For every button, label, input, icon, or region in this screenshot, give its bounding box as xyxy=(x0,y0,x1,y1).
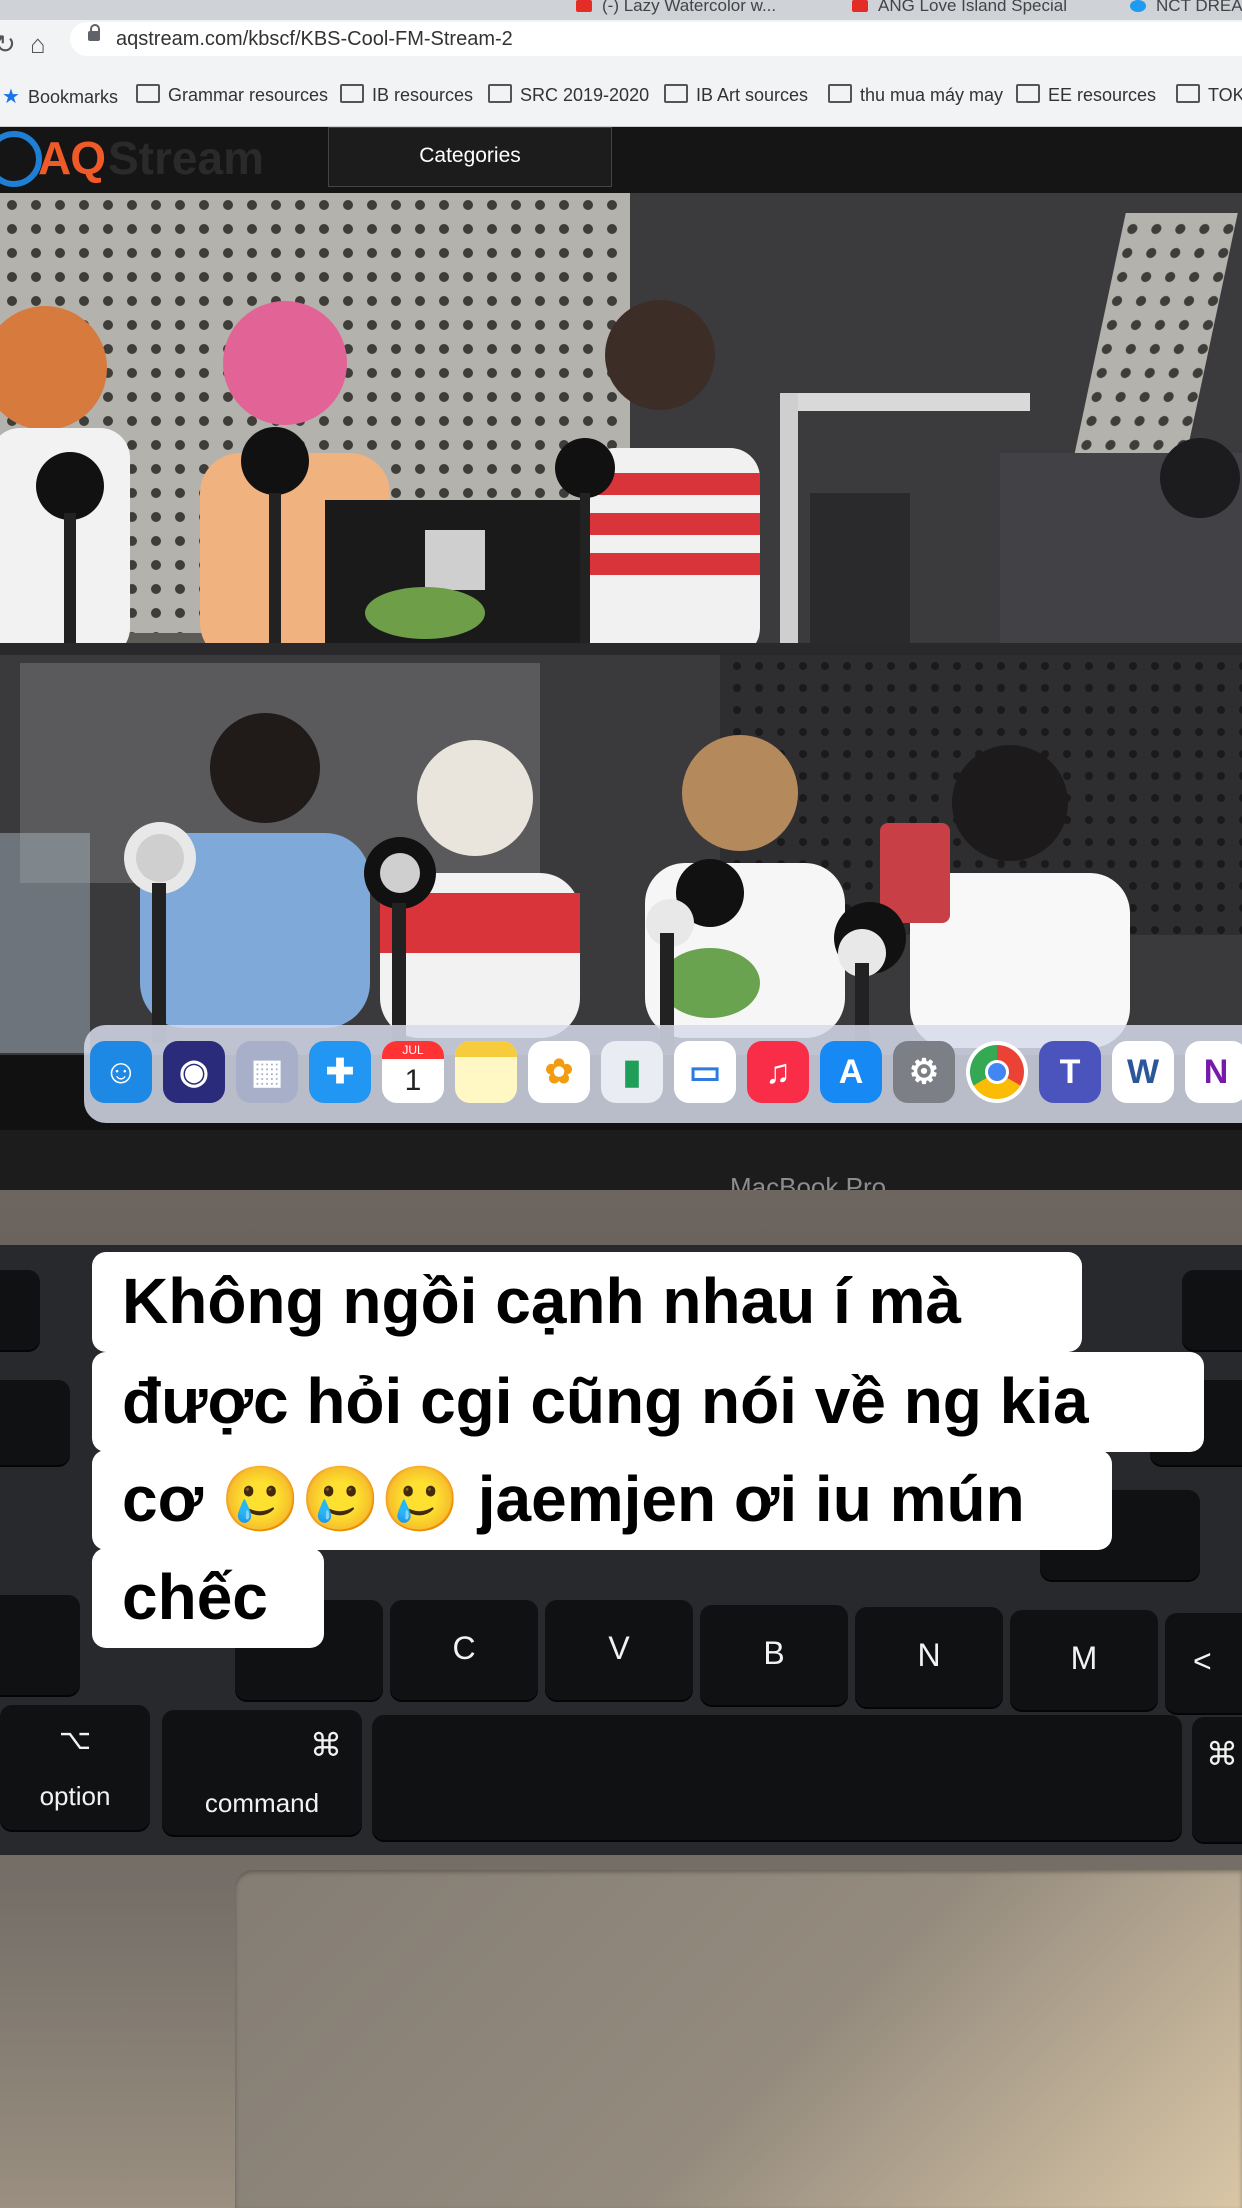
caption-line: cơ 🥲🥲🥲 jaemjen ơi iu mún xyxy=(92,1450,1112,1550)
bookmark-folder[interactable]: Grammar resources xyxy=(136,84,328,106)
command-symbol-icon: ⌘ xyxy=(310,1727,342,1763)
youtube-icon xyxy=(852,0,868,12)
video-frame-illustration xyxy=(0,193,1242,1055)
chrome-center xyxy=(985,1060,1009,1084)
numbers-icon[interactable]: ▮ xyxy=(601,1041,663,1103)
dock-glyph: T xyxy=(1059,1053,1081,1091)
folder-icon xyxy=(136,84,160,103)
categories-button[interactable]: Categories xyxy=(328,127,612,187)
bookmark-folder[interactable]: IB resources xyxy=(340,84,473,106)
siri-icon[interactable]: ◉ xyxy=(163,1041,225,1103)
browser-tab[interactable]: ANG Love Island Special xyxy=(852,0,1097,18)
key-n[interactable]: N xyxy=(855,1607,1003,1707)
trackpad[interactable] xyxy=(235,1870,1242,2208)
command-symbol-icon: ⌘ xyxy=(1206,1736,1238,1772)
bookmark-folder[interactable]: EE resources xyxy=(1016,84,1156,106)
twitter-icon xyxy=(1130,0,1146,12)
notes-header xyxy=(455,1041,517,1057)
tab-title: (-) Lazy Watercolor w... xyxy=(602,0,777,15)
star-icon: ★ xyxy=(2,86,20,108)
key[interactable]: 1 xyxy=(0,1270,40,1350)
app-store-icon[interactable]: A xyxy=(820,1041,882,1103)
key-m[interactable]: M xyxy=(1010,1610,1158,1710)
bookmark-folder[interactable]: TOK xyxy=(1176,84,1242,106)
folder-icon xyxy=(828,84,852,103)
finder-icon[interactable]: ☺ xyxy=(90,1041,152,1103)
folder-icon xyxy=(664,84,688,103)
folder-icon xyxy=(488,84,512,103)
browser-tab-strip: (-) Lazy Watercolor w... ANG Love Island… xyxy=(0,0,1242,20)
youtube-icon xyxy=(576,0,592,12)
dock-glyph: ⚙ xyxy=(908,1053,940,1091)
bookmark-folder[interactable]: thu mua máy may xyxy=(828,84,1003,106)
dock-glyph: ✚ xyxy=(325,1053,355,1091)
teams-icon[interactable]: T xyxy=(1039,1041,1101,1103)
notes-icon[interactable] xyxy=(455,1041,517,1103)
photos-icon[interactable]: ✿ xyxy=(528,1041,590,1103)
tab-title: ANG Love Island Special xyxy=(878,0,1067,15)
music-icon[interactable]: ♫ xyxy=(747,1041,809,1103)
site-header: AQ Stream Categories xyxy=(0,127,1242,193)
dock-glyph: ✿ xyxy=(544,1053,574,1091)
laptop-screen: (-) Lazy Watercolor w... ANG Love Island… xyxy=(0,0,1242,1130)
folder-icon xyxy=(340,84,364,103)
video-player[interactable] xyxy=(0,193,1242,1055)
folder-icon xyxy=(1176,84,1200,103)
dock-glyph: ▦ xyxy=(250,1053,284,1091)
safari-icon[interactable]: ✚ xyxy=(309,1041,371,1103)
bookmark-folder[interactable]: SRC 2019-2020 xyxy=(488,84,649,106)
option-symbol-icon: ⌥ xyxy=(58,1724,92,1755)
logo-stream-text: Stream xyxy=(108,132,264,184)
calendar-month: JUL xyxy=(382,1041,444,1059)
dock-glyph: ▭ xyxy=(688,1053,722,1091)
folder-icon xyxy=(1016,84,1040,103)
browser-toolbar: ↻ ⌂ aqstream.com/kbscf/KBS-Cool-FM-Strea… xyxy=(0,20,1242,68)
caption-line: chếc xyxy=(92,1548,324,1648)
key[interactable] xyxy=(1182,1270,1242,1350)
bookmarks-button[interactable]: ★ Bookmarks xyxy=(2,84,118,109)
space-bar[interactable] xyxy=(372,1715,1182,1840)
calendar-day: 1 xyxy=(404,1064,422,1097)
macos-dock: ☺ ◉ ▦ ✚ JUL 1 ✿ ▮ ▭ ♫ A ⚙ T W N xyxy=(84,1025,1242,1123)
system-preferences-icon[interactable]: ⚙ xyxy=(893,1041,955,1103)
dock-glyph: W xyxy=(1126,1053,1160,1091)
word-icon[interactable]: W xyxy=(1112,1041,1174,1103)
onenote-icon[interactable]: N xyxy=(1185,1041,1242,1103)
command-key[interactable]: ⌘ command xyxy=(162,1710,362,1835)
key-b[interactable]: B xyxy=(700,1605,848,1705)
caption-line: được hỏi cgi cũng nói về ng kia xyxy=(92,1352,1204,1452)
key[interactable] xyxy=(0,1380,70,1465)
command-key[interactable]: ⌘ xyxy=(1192,1717,1242,1842)
home-icon[interactable]: ⌂ xyxy=(30,30,46,58)
calendar-icon[interactable]: JUL 1 xyxy=(382,1041,444,1103)
logo-aq-text: AQ xyxy=(38,132,106,184)
browser-tab[interactable] xyxy=(0,0,300,18)
dock-glyph: ☺ xyxy=(103,1053,139,1091)
dock-glyph: ♫ xyxy=(765,1053,791,1091)
bookmark-folder[interactable]: IB Art sources xyxy=(664,84,808,106)
reload-icon[interactable]: ↻ xyxy=(0,30,16,58)
key-v[interactable]: V xyxy=(545,1600,693,1700)
screen-bezel xyxy=(0,1130,1242,1190)
dock-glyph: A xyxy=(838,1053,864,1091)
tab-title: NCT DREA xyxy=(1156,0,1242,15)
bookmarks-bar: ★ Bookmarks Grammar resources IB resource… xyxy=(0,68,1242,127)
dock-glyph: ▮ xyxy=(622,1053,642,1091)
key[interactable] xyxy=(0,1595,80,1695)
key[interactable]: < xyxy=(1165,1613,1242,1713)
url-text: aqstream.com/kbscf/KBS-Cool-FM-Stream-2 xyxy=(116,28,513,50)
launchpad-icon[interactable]: ▦ xyxy=(236,1041,298,1103)
chrome-icon[interactable] xyxy=(966,1041,1028,1103)
lock-icon xyxy=(88,24,100,41)
dock-glyph: ◉ xyxy=(179,1053,209,1091)
browser-tab[interactable]: (-) Lazy Watercolor w... xyxy=(576,0,821,18)
logo-ring-icon xyxy=(0,131,42,187)
browser-tab[interactable]: NCT DREA xyxy=(1130,0,1242,18)
keynote-icon[interactable]: ▭ xyxy=(674,1041,736,1103)
key-c[interactable]: C xyxy=(390,1600,538,1700)
dock-glyph: N xyxy=(1203,1053,1229,1091)
caption-line: Không ngồi cạnh nhau í mà xyxy=(92,1252,1082,1352)
option-key[interactable]: ⌥ option xyxy=(0,1705,150,1830)
address-bar[interactable]: aqstream.com/kbscf/KBS-Cool-FM-Stream-2 xyxy=(70,22,1242,56)
